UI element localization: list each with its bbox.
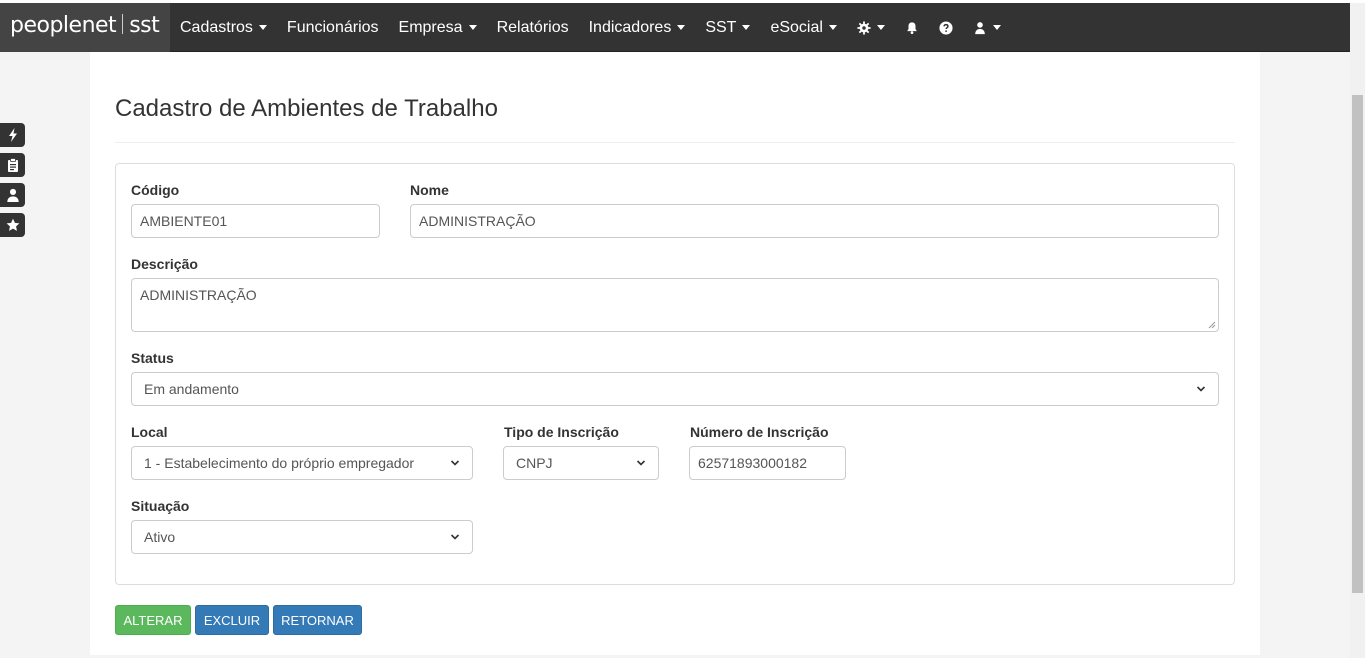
descricao-label: Descrição [131, 256, 198, 272]
side-btn-profile[interactable] [0, 183, 25, 207]
nav-label: eSocial [770, 18, 823, 36]
nav-user-menu[interactable] [963, 3, 1011, 52]
local-label: Local [131, 424, 168, 440]
nav-notifications[interactable] [895, 3, 929, 52]
descricao-value: ADMINISTRAÇÃO [140, 287, 257, 303]
nome-value: ADMINISTRAÇÃO [419, 213, 536, 229]
nav-label: Cadastros [180, 18, 253, 36]
bolt-icon [8, 128, 17, 142]
page-scrollbar-thumb[interactable] [1352, 95, 1363, 593]
codigo-input[interactable]: AMBIENTE01 [131, 204, 380, 238]
resize-handle-icon[interactable] [1208, 321, 1216, 329]
brand-sub: sst [129, 13, 160, 38]
caret-down-icon [876, 25, 885, 30]
user-icon [6, 188, 19, 202]
nav-settings[interactable] [847, 3, 895, 52]
codigo-value: AMBIENTE01 [140, 213, 228, 229]
caret-down-icon [468, 25, 477, 30]
title-divider [115, 142, 1235, 143]
nav-label: Indicadores [588, 18, 672, 36]
page-title: Cadastro de Ambientes de Trabalho [115, 95, 498, 122]
nav-label: Empresa [398, 18, 463, 36]
nome-input[interactable]: ADMINISTRAÇÃO [410, 204, 1219, 238]
numero-inscricao-value: 62571893000182 [698, 455, 808, 471]
side-btn-favorites[interactable] [0, 213, 25, 237]
question-circle-icon [939, 20, 953, 35]
retornar-button[interactable]: RETORNAR [273, 605, 362, 635]
caret-down-icon [828, 25, 837, 30]
nav-funcionarios[interactable]: Funcionários [277, 3, 389, 52]
chevron-down-icon [636, 460, 646, 466]
nome-label: Nome [410, 182, 449, 198]
brand-logo[interactable]: peoplenet sst [0, 3, 170, 52]
side-quick-menu [0, 123, 25, 243]
clipboard-icon [7, 158, 18, 172]
excluir-button[interactable]: EXCLUIR [195, 605, 269, 635]
codigo-label: Código [131, 182, 180, 198]
nav-empresa[interactable]: Empresa [389, 3, 487, 52]
top-navbar: peoplenet sst Cadastros Funcionários Empr… [0, 3, 1350, 52]
user-icon [975, 21, 985, 34]
local-select[interactable]: 1 - Estabelecimento do próprio empregado… [131, 446, 473, 480]
nav-indicadores[interactable]: Indicadores [579, 3, 696, 52]
descricao-textarea[interactable]: ADMINISTRAÇÃO [131, 278, 1219, 332]
numero-inscricao-label: Número de Inscrição [690, 424, 829, 440]
situacao-value: Ativo [144, 529, 176, 545]
main-container: Cadastro de Ambientes de Trabalho Código… [90, 52, 1260, 655]
tipo-inscricao-value: CNPJ [516, 455, 553, 471]
status-label: Status [131, 350, 174, 366]
caret-down-icon [258, 25, 267, 30]
caret-down-icon [992, 25, 1001, 30]
tipo-inscricao-label: Tipo de Inscrição [504, 424, 619, 440]
caret-down-icon [742, 25, 751, 30]
main-nav: Cadastros Funcionários Empresa Relatório… [170, 3, 1011, 52]
side-btn-quick-actions[interactable] [0, 123, 25, 147]
nav-sst[interactable]: SST [695, 3, 760, 52]
caret-down-icon [677, 25, 686, 30]
situacao-select[interactable]: Ativo [131, 520, 473, 554]
star-icon [6, 218, 19, 231]
nav-relatorios[interactable]: Relatórios [487, 3, 579, 52]
bell-icon [907, 21, 917, 34]
side-btn-tasks[interactable] [0, 153, 25, 177]
numero-inscricao-input[interactable]: 62571893000182 [689, 446, 846, 480]
nav-cadastros[interactable]: Cadastros [170, 3, 277, 52]
nav-help[interactable] [929, 3, 963, 52]
chevron-down-icon [1196, 386, 1206, 392]
chevron-down-icon [450, 534, 460, 540]
chevron-down-icon [450, 460, 460, 466]
nav-label: Funcionários [286, 18, 379, 36]
nav-label: Relatórios [496, 18, 569, 36]
nav-esocial[interactable]: eSocial [760, 3, 846, 52]
tipo-inscricao-select[interactable]: CNPJ [503, 446, 659, 480]
situacao-label: Situação [131, 498, 190, 514]
status-value: Em andamento [144, 381, 239, 397]
gear-icon [857, 20, 871, 35]
nav-label: SST [705, 18, 737, 36]
status-select[interactable]: Em andamento [131, 372, 1219, 406]
local-value: 1 - Estabelecimento do próprio empregado… [144, 455, 415, 471]
form-panel: Código AMBIENTE01 Nome ADMINISTRAÇÃO Des… [115, 163, 1235, 585]
brand-main: peoplenet [10, 13, 117, 38]
alterar-button[interactable]: ALTERAR [115, 605, 191, 635]
